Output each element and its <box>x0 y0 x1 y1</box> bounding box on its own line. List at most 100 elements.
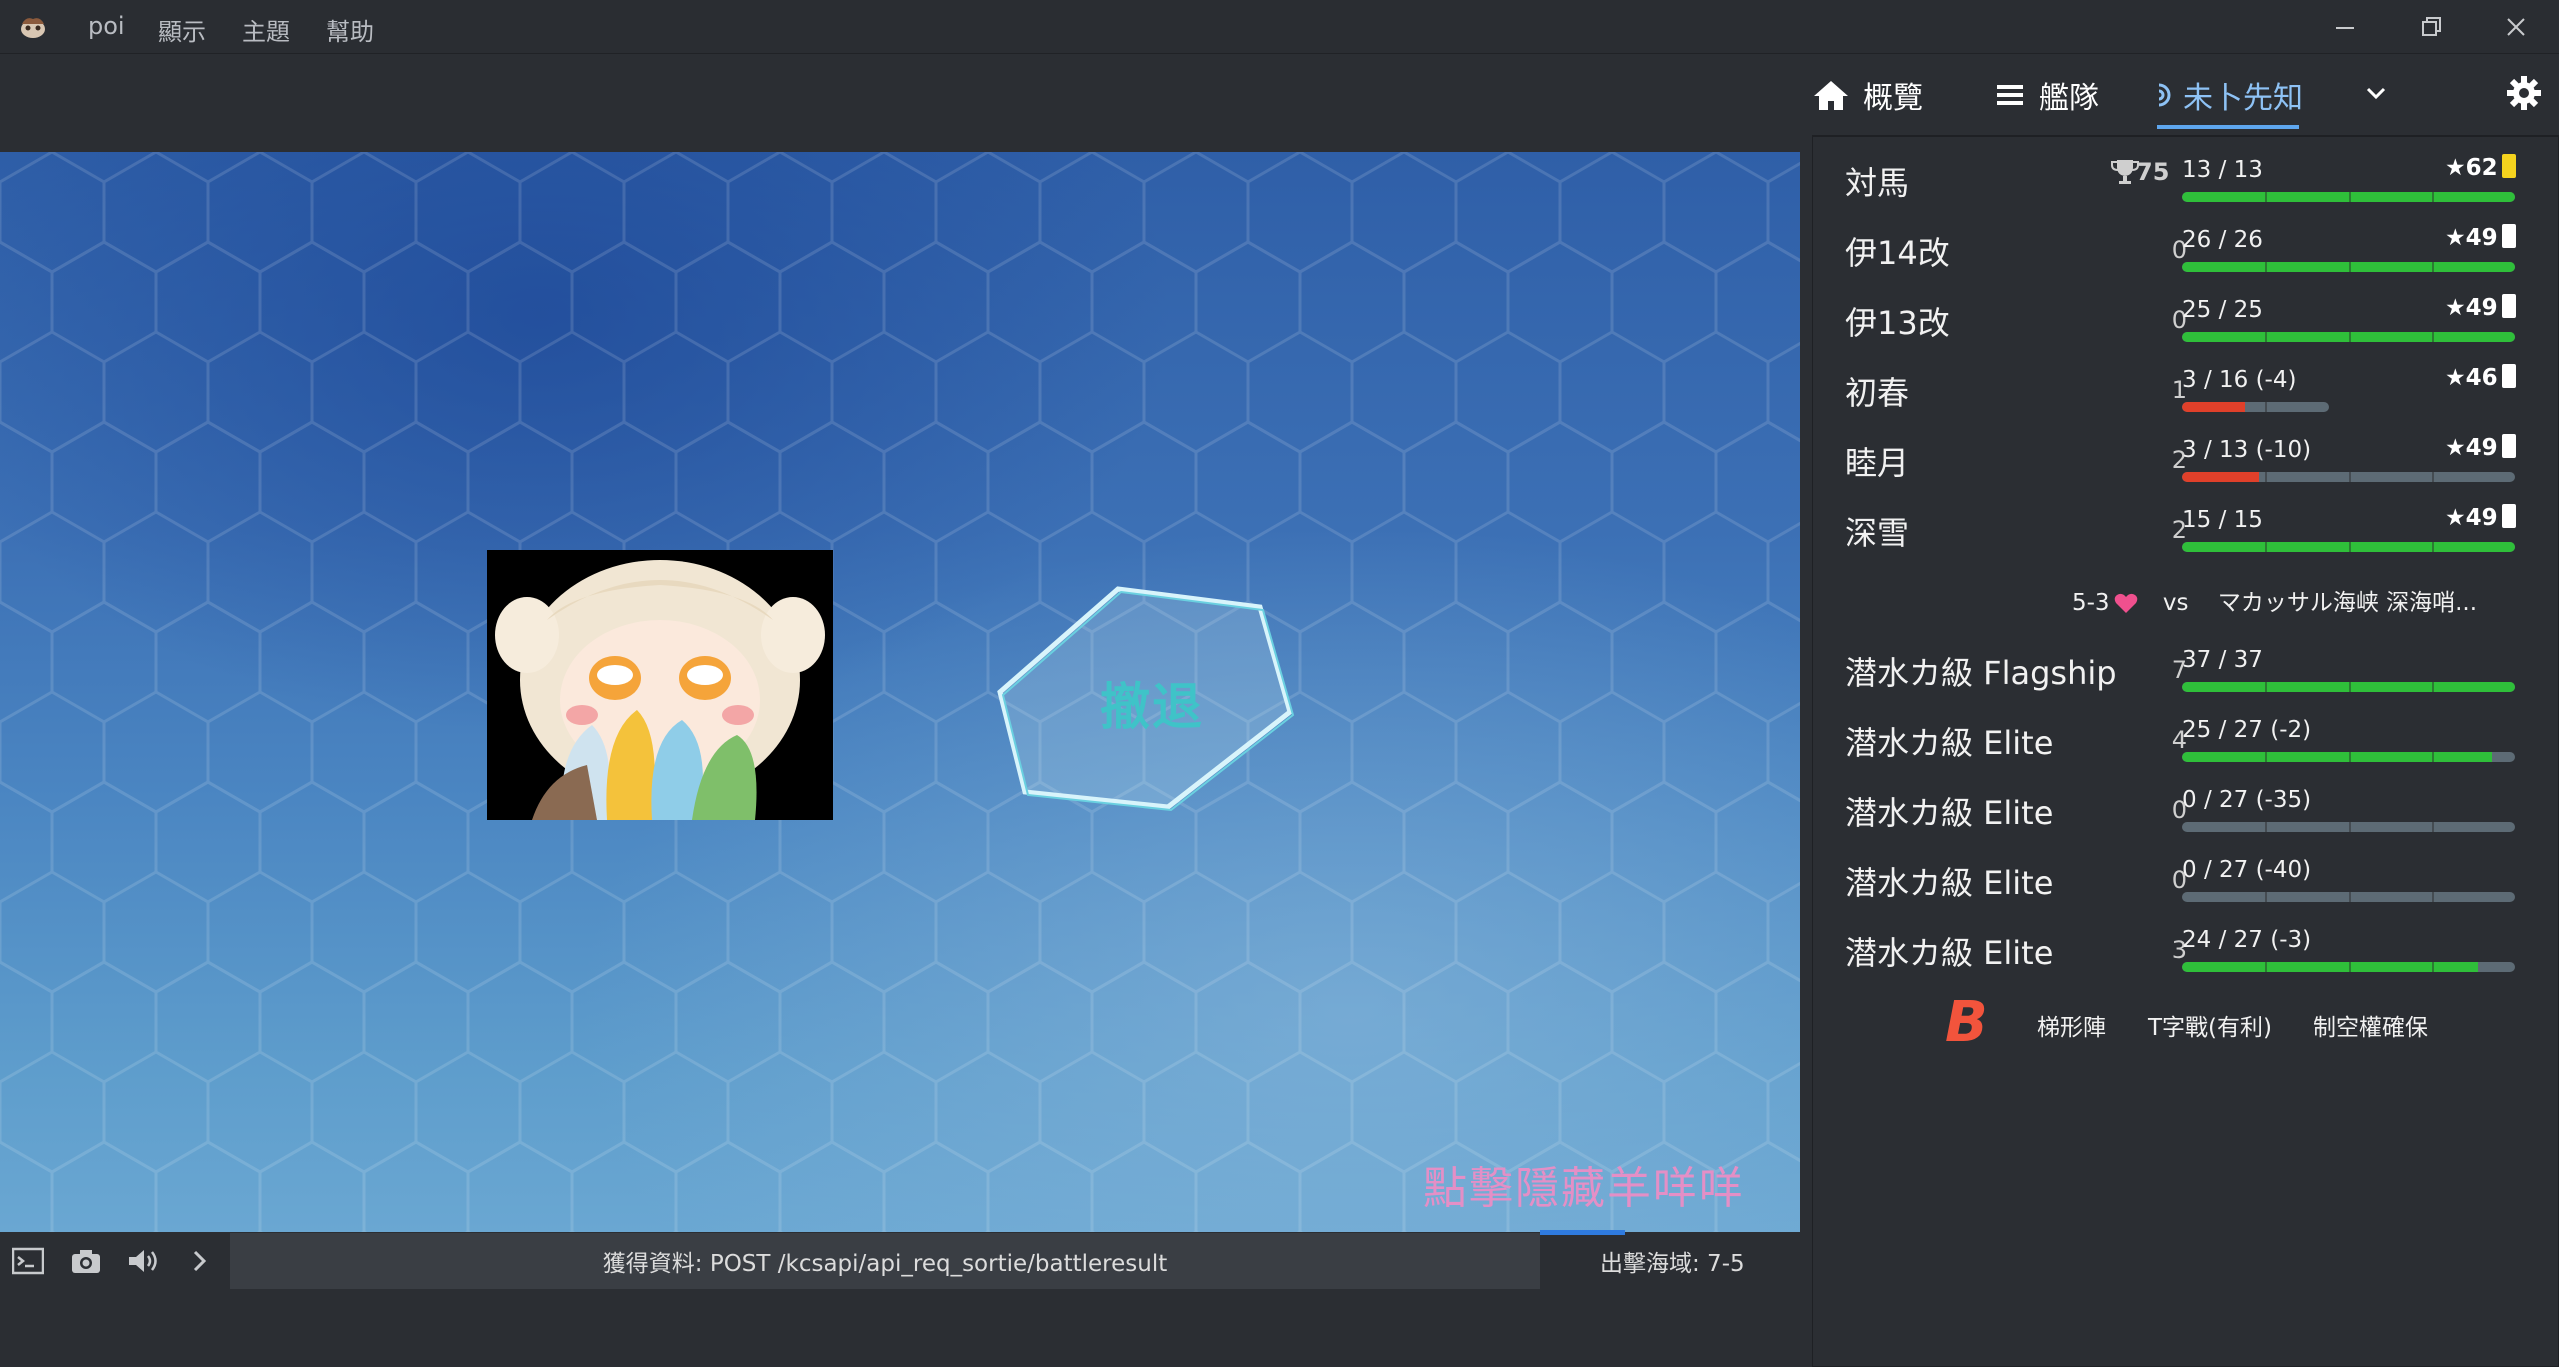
tab-overview[interactable]: 概覽 <box>1813 70 1923 120</box>
sortie-area-label: 出擊海域: 7-5 <box>1600 1251 1745 1277</box>
screenshot-button[interactable] <box>66 1241 106 1281</box>
hp-bar-tick <box>2431 822 2434 832</box>
hp-bar-tick <box>2348 332 2351 342</box>
enemy-fleet-name: マカッサル海峡 深海哨... <box>2217 590 2478 616</box>
hp-bar-tick <box>2265 822 2268 832</box>
hp-bar-tick <box>2348 892 2351 902</box>
menu-poi[interactable]: poi <box>88 12 125 40</box>
enemy-ship-row: 潜水カ級 Flagship 7 37 / 37 <box>1845 630 2545 700</box>
menu-view[interactable]: 顯示 <box>158 12 206 47</box>
menu-help[interactable]: 幫助 <box>326 12 374 47</box>
game-canvas[interactable]: 撤退 點擊隱藏羊咩咩 <box>0 152 1800 1232</box>
ship-name: 伊14改 <box>1845 234 1950 272</box>
tab-battle-prophecy[interactable]: 未卜先知 <box>2155 70 2303 120</box>
ship-name: 潜水カ級 Elite <box>1845 724 2054 762</box>
hp-bar-tick <box>2431 542 2434 552</box>
friendly-ship-row: 深雪 2 15 / 15 ★49 <box>1845 490 2545 560</box>
supply-indicator <box>2501 294 2516 318</box>
engagement-label: T字戰(有利) <box>2148 1015 2272 1041</box>
list-icon <box>1997 85 2023 105</box>
terminal-icon <box>12 1247 44 1275</box>
speaker-icon <box>129 1250 157 1272</box>
restore-button[interactable] <box>2388 0 2474 54</box>
hp-bar-fill <box>2182 962 2479 972</box>
ship-hp: 0 / 27 (-40) <box>2182 857 2312 883</box>
hp-bar <box>2182 962 2515 972</box>
hp-bar-tick <box>2265 682 2268 692</box>
hp-bar-tick <box>2348 752 2351 762</box>
enemy-ship-row: 潜水カ級 Elite 0 0 / 27 (-40) <box>1845 840 2545 910</box>
camera-icon <box>72 1250 100 1273</box>
ship-condition: ★49 <box>2445 434 2516 461</box>
ship-name: 潜水カ級 Elite <box>1845 794 2054 832</box>
hp-bar-tick <box>2431 262 2434 272</box>
active-tab-indicator <box>2157 125 2299 129</box>
ship-hp: 3 / 16 (-4) <box>2182 367 2297 393</box>
condition-value: ★49 <box>2445 225 2498 251</box>
network-log: 獲得資料: POST /kcsapi/api_req_sortie/battle… <box>230 1233 1540 1289</box>
condition-value: ★49 <box>2445 435 2498 461</box>
hp-bar <box>2182 402 2329 412</box>
volume-button[interactable] <box>124 1241 164 1281</box>
hp-bar-fill <box>2182 752 2492 762</box>
enemy-ship-row: 潜水カ級 Elite 0 0 / 27 (-35) <box>1845 770 2545 840</box>
app-icon <box>21 18 45 38</box>
retreat-label[interactable]: 撤退 <box>1100 667 1204 739</box>
hp-bar-tick <box>2431 472 2434 482</box>
hp-bar <box>2182 472 2515 482</box>
ship-name: 睦月 <box>1845 444 1910 482</box>
condition-value: ★46 <box>2445 365 2498 391</box>
hp-bar-tick <box>2265 752 2268 762</box>
supply-indicator <box>2501 434 2516 458</box>
enemy-fleet-info: 5-3 vs マカッサル海峡 深海哨... <box>2072 583 2477 617</box>
minimize-button[interactable] <box>2302 0 2388 54</box>
hp-bar-tick <box>2348 192 2351 202</box>
hp-bar-tick <box>2431 892 2434 902</box>
hp-bar-tick <box>2265 262 2268 272</box>
close-button[interactable] <box>2473 0 2559 54</box>
ship-hp: 26 / 26 <box>2182 227 2263 253</box>
hp-bar <box>2182 682 2515 692</box>
hp-bar-tick <box>2431 192 2434 202</box>
sheep-mascot-image[interactable] <box>487 550 833 820</box>
tab-fleet[interactable]: 艦隊 <box>1995 70 2099 120</box>
menu-theme[interactable]: 主題 <box>242 12 290 47</box>
friendly-ship-row: 対馬 13 / 13 ★62 <box>1845 140 2545 210</box>
ship-hp: 25 / 25 <box>2182 297 2263 323</box>
ship-condition: ★46 <box>2445 364 2516 391</box>
ship-condition: ★62 <box>2445 154 2516 181</box>
gear-icon[interactable] <box>2506 75 2542 111</box>
hp-bar-tick <box>2431 752 2434 762</box>
map-label: 5-3 <box>2072 590 2110 616</box>
hp-bar-fill <box>2182 402 2246 412</box>
hp-bar-fill <box>2182 472 2259 482</box>
hp-bar-tick <box>2348 542 2351 552</box>
hp-bar-tick <box>2348 962 2351 972</box>
hp-bar-tick <box>2431 682 2434 692</box>
ship-hp: 25 / 27 (-2) <box>2182 717 2312 743</box>
expand-button[interactable] <box>180 1241 220 1281</box>
hp-bar <box>2182 262 2515 272</box>
hp-bar <box>2182 542 2515 552</box>
battle-rank: B <box>1945 990 1988 1055</box>
close-icon <box>2507 18 2525 36</box>
ship-name: 伊13改 <box>1845 304 1950 342</box>
hp-bar-tick <box>2265 962 2268 972</box>
hp-bar-tick <box>2348 822 2351 832</box>
hp-bar <box>2182 892 2515 902</box>
terminal-button[interactable] <box>8 1241 48 1281</box>
friendly-ship-row: 伊13改 0 25 / 25 ★49 <box>1845 280 2545 350</box>
chevron-down-icon[interactable] <box>2361 78 2391 108</box>
minimize-icon <box>2336 27 2354 29</box>
ship-name: 深雪 <box>1845 514 1910 552</box>
condition-value: ★62 <box>2445 155 2498 181</box>
ship-hp: 13 / 13 <box>2182 157 2263 183</box>
loading-indicator <box>1540 1230 1625 1235</box>
hide-sheep-hint[interactable]: 點擊隱藏羊咩咩 <box>1423 1152 1745 1216</box>
hp-bar-tick <box>2265 542 2268 552</box>
ship-name: 初春 <box>1845 374 1910 412</box>
ship-name: 潜水カ級 Flagship <box>1845 654 2117 692</box>
friendly-ship-row: 伊14改 0 26 / 26 ★49 <box>1845 210 2545 280</box>
ship-hp: 0 / 27 (-35) <box>2182 787 2312 813</box>
tab-overview-label: 概覽 <box>1863 81 1923 116</box>
